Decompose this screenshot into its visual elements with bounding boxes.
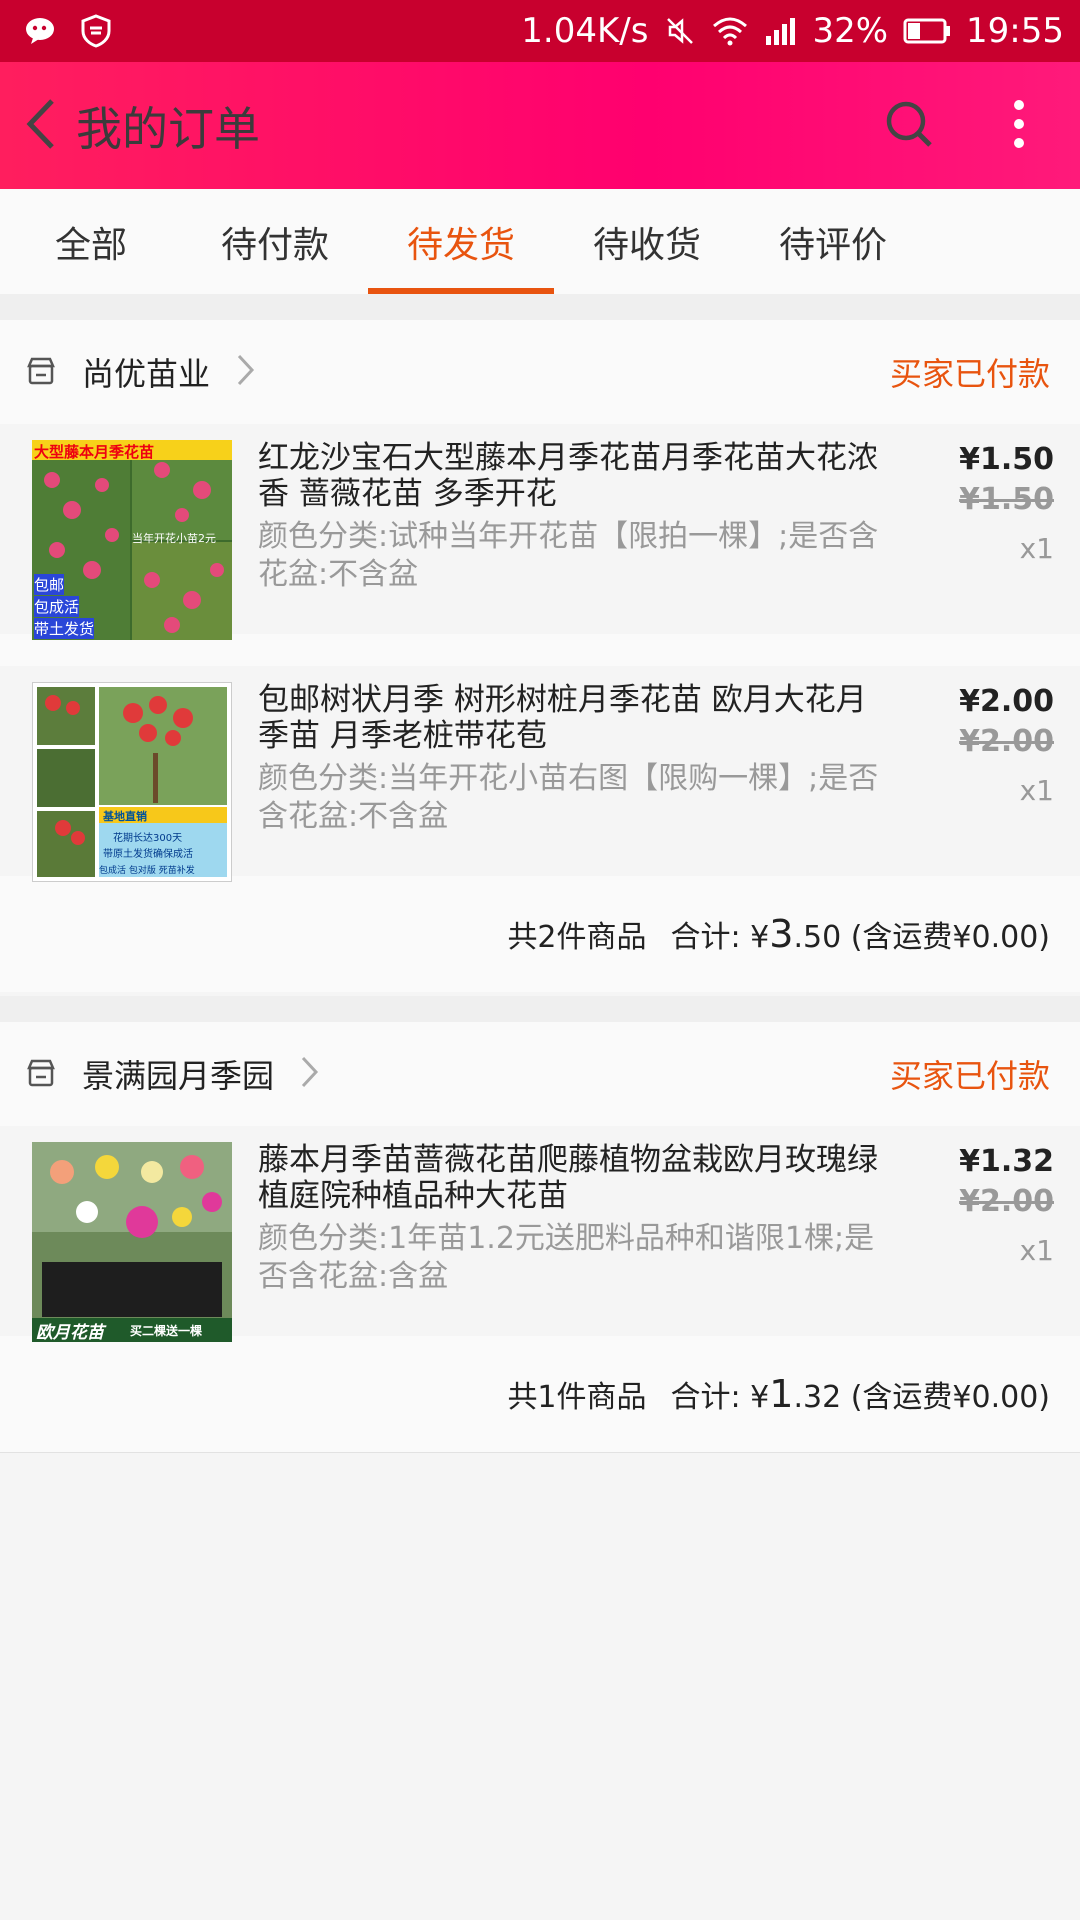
search-button[interactable]: [854, 62, 964, 189]
product-price: ¥1.32: [959, 1144, 1054, 1179]
tab-all[interactable]: 全部: [0, 189, 182, 294]
thumb-label: 欧月花苗: [36, 1323, 104, 1342]
shop-icon: [26, 356, 58, 388]
thumb-label: 花期长达300天: [113, 833, 183, 844]
product-spec: 颜色分类:当年开花小苗右图【限购一棵】;是否含花盆:不含盆: [258, 761, 879, 834]
order-status: 买家已付款: [889, 355, 1050, 393]
divider: [0, 996, 1080, 1022]
total-label: 合计: ¥: [670, 920, 770, 955]
thumb-label: 当年开花小苗2元: [132, 532, 216, 545]
order-card: 尚优苗业 买家已付款 大型藤本月季花苗 当年开花小苗2元 包邮 包成活 带土发货…: [0, 320, 1080, 992]
total-label: 合计: ¥: [670, 1380, 770, 1415]
wechat-icon: [24, 13, 60, 49]
order-item[interactable]: 大型藤本月季花苗 当年开花小苗2元 包邮 包成活 带土发货 红龙沙宝石大型藤本月…: [0, 424, 1080, 640]
product-price: ¥1.50: [959, 442, 1054, 477]
battery-icon: [902, 13, 952, 49]
product-image[interactable]: 基地直销 花期长达300天 带原土发货确保成活 包成活 包对版 死苗补发: [32, 682, 232, 882]
network-speed: 1.04K/s: [521, 11, 649, 51]
product-image[interactable]: 欧月花苗 买二棵送一棵: [32, 1142, 232, 1342]
order-card: 景满园月季园 买家已付款 欧月花苗 买二棵送一棵 藤本月季苗蔷薇花苗爬藤植物盆栽…: [0, 1022, 1080, 1453]
shop-name: 景满园月季园: [82, 1057, 275, 1095]
product-title[interactable]: 红龙沙宝石大型藤本月季花苗月季花苗大花浓香 蔷薇花苗 多季开花: [258, 440, 888, 512]
shop-icon: [26, 1058, 58, 1090]
product-title[interactable]: 藤本月季苗蔷薇花苗爬藤植物盆栽欧月玫瑰绿植庭院种植品种大花苗: [258, 1142, 888, 1214]
order-summary: 共1件商品 合计: ¥ 1 .32 (含运费¥0.00): [0, 1336, 1080, 1453]
product-image[interactable]: 大型藤本月季花苗 当年开花小苗2元 包邮 包成活 带土发货: [32, 440, 232, 640]
shield-icon: [78, 13, 114, 49]
shop-row[interactable]: 景满园月季园 买家已付款: [0, 1022, 1080, 1126]
product-qty: x1: [1019, 532, 1054, 565]
order-status: 买家已付款: [889, 1057, 1050, 1095]
shop-name: 尚优苗业: [82, 355, 211, 393]
thumb-label: 基地直销: [103, 810, 147, 823]
item-count: 共2件商品: [507, 920, 647, 955]
signal-icon: [762, 13, 798, 49]
original-price: ¥2.00: [959, 1184, 1054, 1219]
product-title[interactable]: 包邮树状月季 树形树桩月季花苗 欧月大花月季苗 月季老桩带花苞: [258, 682, 888, 754]
more-icon: [1013, 99, 1025, 153]
product-price: ¥2.00: [959, 684, 1054, 719]
order-item[interactable]: 基地直销 花期长达300天 带原土发货确保成活 包成活 包对版 死苗补发 包邮树…: [0, 666, 1080, 882]
back-button[interactable]: [6, 62, 76, 189]
tab-pending-receipt[interactable]: 待收货: [554, 189, 740, 294]
order-tabs: 全部 待付款 待发货 待收货 待评价: [0, 189, 1080, 294]
total-integer: 1: [769, 1372, 794, 1416]
app-header: 我的订单: [0, 62, 1080, 189]
divider: [0, 294, 1080, 320]
page-title: 我的订单: [76, 101, 260, 156]
original-price: ¥2.00: [959, 724, 1054, 759]
battery-level: 32%: [812, 11, 889, 51]
mute-icon: [662, 13, 698, 49]
chevron-right-icon: [236, 353, 256, 391]
thumb-label: 包邮: [34, 574, 65, 595]
clock: 19:55: [966, 11, 1064, 51]
order-item[interactable]: 欧月花苗 买二棵送一棵 藤本月季苗蔷薇花苗爬藤植物盆栽欧月玫瑰绿植庭院种植品种大…: [0, 1126, 1080, 1342]
thumb-label: 包成活: [34, 596, 80, 617]
total-rest: .50 (含运费¥0.00): [793, 920, 1050, 955]
order-summary: 共2件商品 合计: ¥ 3 .50 (含运费¥0.00): [0, 876, 1080, 992]
product-qty: x1: [1019, 774, 1054, 807]
item-count: 共1件商品: [507, 1380, 647, 1415]
wifi-icon: [712, 13, 748, 49]
thumb-label: 买二棵送一棵: [130, 1324, 203, 1338]
total-integer: 3: [769, 912, 794, 956]
tab-pending-shipment[interactable]: 待发货: [368, 189, 554, 294]
more-button[interactable]: [964, 62, 1074, 189]
product-spec: 颜色分类:1年苗1.2元送肥料品种和谐限1棵;是否含花盆:含盆: [258, 1221, 875, 1294]
original-price: ¥1.50: [959, 482, 1054, 517]
tab-pending-review[interactable]: 待评价: [740, 189, 926, 294]
status-bar: 1.04K/s 32% 19:55: [0, 0, 1080, 62]
thumb-label: 包成活 包对版 死苗补发: [99, 866, 195, 876]
thumb-label: 带土发货: [34, 618, 95, 639]
tab-pending-payment[interactable]: 待付款: [182, 189, 368, 294]
thumb-banner: 大型藤本月季花苗: [34, 443, 155, 461]
shop-row[interactable]: 尚优苗业 买家已付款: [0, 320, 1080, 424]
product-spec: 颜色分类:试种当年开花苗【限拍一棵】;是否含花盆:不含盆: [258, 519, 879, 592]
total-rest: .32 (含运费¥0.00): [793, 1380, 1050, 1415]
search-icon: [884, 99, 934, 153]
back-icon: [24, 97, 58, 155]
product-qty: x1: [1019, 1234, 1054, 1267]
thumb-label: 带原土发货确保成活: [103, 849, 193, 860]
chevron-right-icon: [300, 1055, 320, 1093]
